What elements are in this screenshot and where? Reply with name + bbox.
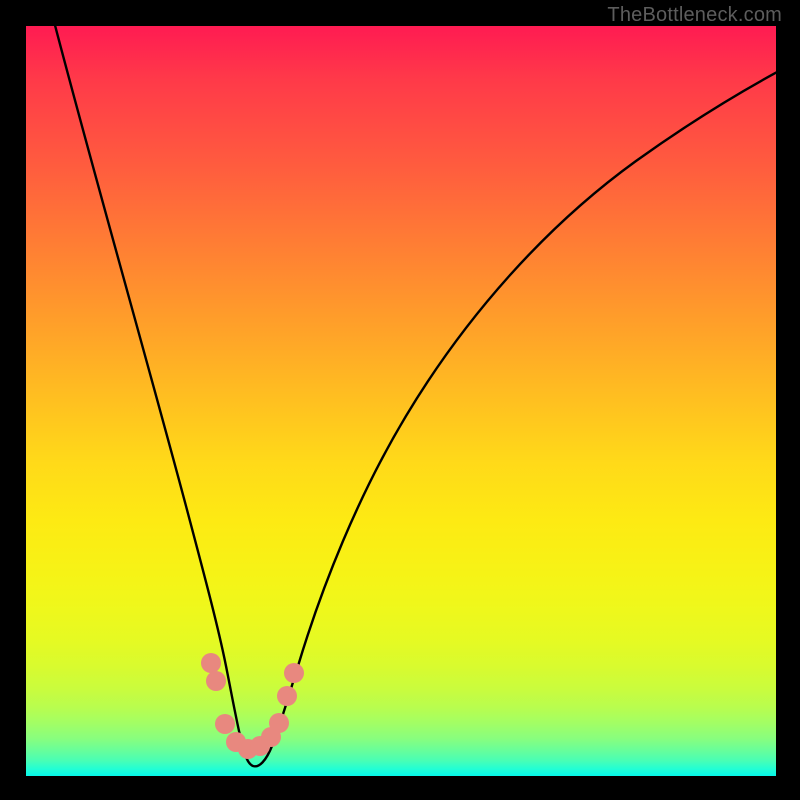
watermark-text: TheBottleneck.com: [607, 4, 782, 27]
bottleneck-curve: [50, 26, 776, 766]
curve-layer: [26, 26, 776, 776]
plot-area: [26, 26, 776, 776]
left-segment-dots: [201, 653, 304, 759]
chart-frame: TheBottleneck.com: [0, 0, 800, 800]
